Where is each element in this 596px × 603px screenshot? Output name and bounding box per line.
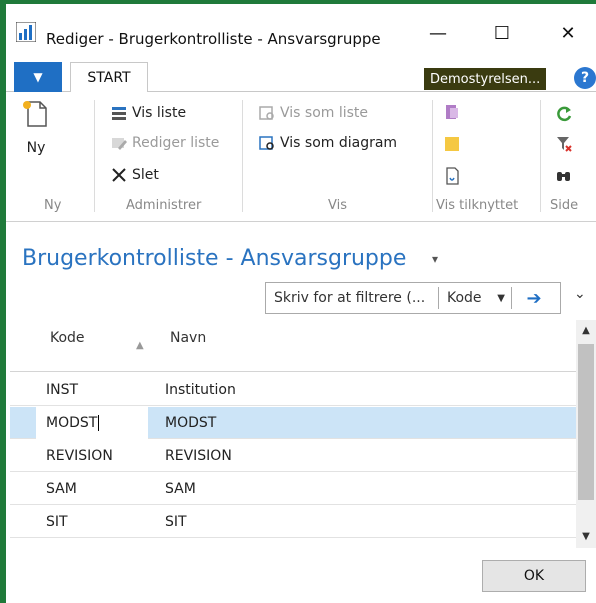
cell-kode: REVISION (46, 447, 113, 464)
help-icon[interactable]: ? (574, 67, 596, 89)
rediger-liste-button[interactable]: Rediger liste (110, 134, 219, 152)
table-row[interactable]: INST Institution (10, 374, 576, 406)
chevron-down-icon: ▼ (497, 292, 505, 304)
slet-label: Slet (132, 167, 159, 183)
vis-som-liste-button[interactable]: Vis som liste (258, 104, 368, 122)
text-cursor (98, 414, 100, 431)
ribbon-tab-bar: ▼ START Demostyrelsen... ? (6, 58, 596, 93)
cell-kode: SAM (46, 480, 77, 497)
column-header-kode[interactable]: Kode (50, 330, 85, 346)
group-label-vis: Vis (328, 198, 347, 213)
table-row-selected[interactable]: MODST MODST (10, 406, 576, 439)
group-separator (94, 100, 95, 212)
filter-box: Skriv for at filtrere (... Kode ▼ ➔ (265, 282, 561, 314)
group-label-administrer: Administrer (126, 198, 202, 213)
table-row[interactable]: REVISION REVISION (10, 440, 576, 472)
window-title: Rediger - Brugerkontrolliste - Ansvarsgr… (46, 30, 381, 48)
cell-navn: Institution (165, 381, 236, 398)
cell-navn: SIT (165, 513, 187, 530)
collapse-chevron-icon[interactable]: ⌄ (574, 286, 586, 302)
links-icon[interactable] (442, 102, 462, 122)
show-as-chart-icon (259, 136, 274, 150)
cell-kode-value: MODST (46, 414, 98, 431)
page-title-dropdown-icon[interactable]: ▾ (432, 252, 438, 266)
maximize-button[interactable]: ☐ (484, 18, 520, 48)
app-icon (16, 22, 36, 42)
new-button[interactable]: Ny (20, 98, 52, 156)
cell-kode: SIT (46, 513, 68, 530)
vis-som-liste-label: Vis som liste (280, 105, 369, 121)
clear-filter-icon[interactable] (554, 134, 574, 154)
rediger-liste-label: Rediger liste (132, 135, 220, 151)
app-menu-button[interactable]: ▼ (14, 62, 62, 92)
new-document-icon (23, 101, 47, 127)
column-header-navn[interactable]: Navn (170, 330, 206, 346)
cell-navn: MODST (165, 414, 217, 431)
group-label-ny: Ny (44, 198, 62, 213)
filter-input[interactable]: Skriv for at filtrere (... (266, 290, 438, 306)
vis-som-diagram-label: Vis som diagram (280, 135, 398, 151)
filter-field-label: Kode (447, 290, 482, 306)
scroll-down-icon[interactable]: ▼ (576, 526, 596, 546)
table-row[interactable]: SAM SAM (10, 473, 576, 505)
notes-icon[interactable] (442, 134, 462, 154)
cell-navn: REVISION (165, 447, 232, 464)
group-separator (242, 100, 243, 212)
arrow-right-icon[interactable]: ➔ (512, 288, 556, 309)
sort-ascending-icon: ▲ (136, 340, 144, 351)
group-label-side: Side (550, 198, 579, 213)
group-label-vis-tilknyttet: Vis tilknyttet (436, 198, 519, 213)
filter-field-select[interactable]: Kode ▼ (439, 290, 511, 306)
minimize-button[interactable]: — (420, 18, 456, 48)
group-separator (540, 100, 541, 212)
cell-kode: INST (46, 381, 79, 398)
group-separator (432, 100, 433, 212)
slet-button[interactable]: Slet (110, 166, 159, 184)
edit-list-icon (112, 138, 127, 150)
vertical-scrollbar[interactable]: ▲ ▼ (576, 320, 596, 548)
ribbon: Ny Ny Vis liste Rediger liste Slet Admin… (6, 92, 596, 222)
list-view-icon (112, 107, 126, 120)
cell-navn: SAM (165, 480, 196, 497)
scroll-up-icon[interactable]: ▲ (576, 320, 596, 340)
tab-start[interactable]: START (70, 62, 148, 93)
vis-liste-button[interactable]: Vis liste (110, 104, 186, 122)
list-header: Kode ▲ Navn (10, 318, 576, 372)
cell-kode-editing[interactable]: MODST (36, 406, 148, 439)
ok-button[interactable]: OK (482, 560, 586, 592)
find-icon[interactable] (554, 166, 574, 186)
scrollbar-thumb[interactable] (578, 344, 594, 500)
vis-liste-label: Vis liste (132, 105, 187, 121)
table-row[interactable]: SIT SIT (10, 506, 576, 538)
company-badge[interactable]: Demostyrelsen... (424, 68, 547, 90)
vis-som-diagram-button[interactable]: Vis som diagram (258, 134, 397, 152)
attachment-icon[interactable] (442, 166, 462, 186)
new-button-label: Ny (26, 140, 46, 156)
title-bar: Rediger - Brugerkontrolliste - Ansvarsgr… (6, 4, 596, 58)
page-title: Brugerkontrolliste - Ansvarsgruppe (22, 246, 407, 271)
delete-icon (112, 168, 126, 182)
show-as-list-icon (259, 106, 274, 120)
close-button[interactable]: ✕ (550, 18, 586, 48)
list: Kode ▲ Navn INST Institution MODST MODST… (10, 318, 576, 538)
refresh-icon[interactable] (554, 104, 574, 124)
